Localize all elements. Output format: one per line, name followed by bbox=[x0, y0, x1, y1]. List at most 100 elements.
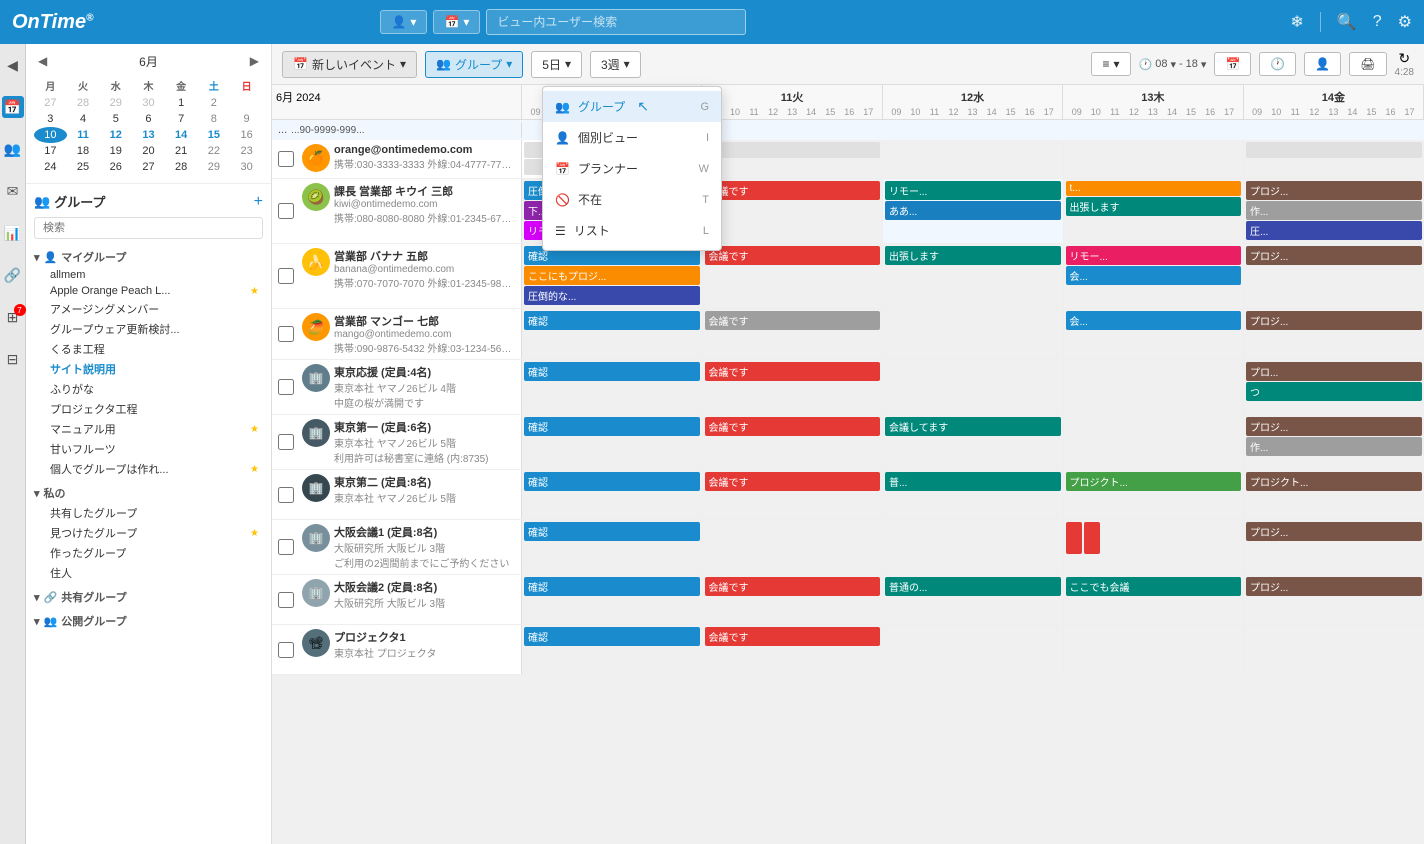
resource-checkbox[interactable] bbox=[278, 151, 294, 167]
day-cell[interactable]: プロ... つ bbox=[1244, 360, 1424, 414]
print-btn[interactable]: 🖨 bbox=[1349, 52, 1386, 76]
event[interactable]: プロジクト... bbox=[1066, 472, 1242, 491]
cal-day[interactable]: 27 bbox=[34, 95, 67, 111]
event[interactable]: 普通の... bbox=[885, 577, 1061, 596]
event[interactable]: プロジクト... bbox=[1246, 472, 1422, 491]
event-block[interactable] bbox=[1084, 522, 1100, 554]
add-group-btn[interactable]: + bbox=[254, 193, 263, 211]
group-view-btn[interactable]: 👥 グループ ▾ bbox=[425, 51, 523, 78]
event[interactable]: リモー... bbox=[1066, 246, 1242, 265]
share-sidebar-icon[interactable]: 🔗 bbox=[2, 264, 24, 286]
day-cell[interactable]: 確認 bbox=[522, 520, 703, 574]
mail-sidebar-icon[interactable]: ✉ bbox=[2, 180, 24, 202]
event[interactable]: 確認 bbox=[524, 522, 700, 541]
cal-day-today[interactable]: 10 bbox=[34, 127, 67, 143]
event[interactable]: 会議です bbox=[705, 627, 881, 646]
cal-day[interactable]: 16 bbox=[230, 127, 263, 143]
event[interactable]: リモー... bbox=[885, 181, 1061, 200]
day-cell[interactable]: プロジ... bbox=[1244, 520, 1424, 574]
event[interactable]: 普... bbox=[885, 472, 1061, 491]
group-item[interactable]: 住人 bbox=[34, 563, 263, 583]
cal-day[interactable]: 19 bbox=[99, 143, 132, 159]
group-item[interactable]: allmem bbox=[34, 267, 263, 283]
dropdown-item-list[interactable]: ☰ リスト L bbox=[543, 215, 721, 246]
event[interactable]: 会議です bbox=[705, 181, 881, 200]
group-item[interactable]: 共有したグループ bbox=[34, 503, 263, 523]
event[interactable]: 確認 bbox=[524, 472, 700, 491]
cal-day[interactable]: 29 bbox=[198, 159, 231, 175]
snowflake-icon[interactable]: ❄ bbox=[1290, 12, 1303, 32]
event[interactable]: 確認 bbox=[524, 362, 700, 381]
cal-day[interactable]: 2 bbox=[198, 95, 231, 111]
resource-checkbox[interactable] bbox=[278, 203, 294, 219]
cal-day[interactable]: 30 bbox=[132, 95, 165, 111]
day-cell[interactable] bbox=[1244, 140, 1424, 178]
day-cell[interactable] bbox=[1064, 360, 1245, 414]
cal-day[interactable]: 25 bbox=[67, 159, 100, 175]
event[interactable]: 会... bbox=[1066, 311, 1242, 330]
event[interactable]: 会議です bbox=[705, 417, 881, 436]
day-cell[interactable]: プロジ... bbox=[1244, 309, 1424, 359]
cal-day[interactable]: 22 bbox=[198, 143, 231, 159]
refresh-icon[interactable]: ↻ bbox=[1398, 50, 1410, 67]
resource-checkbox[interactable] bbox=[278, 592, 294, 608]
day-cell[interactable]: 会議です bbox=[703, 415, 884, 469]
day-cell[interactable] bbox=[1244, 625, 1424, 674]
event[interactable]: プロジ... bbox=[1246, 577, 1422, 596]
event[interactable]: 会... bbox=[1066, 266, 1242, 285]
day-cell[interactable]: 普... bbox=[883, 470, 1064, 519]
resource-checkbox[interactable] bbox=[278, 434, 294, 450]
group-item[interactable]: 甘いフルーツ bbox=[34, 439, 263, 459]
day-cell[interactable]: 会... bbox=[1064, 309, 1245, 359]
day-cell[interactable]: 確認 bbox=[522, 415, 703, 469]
day-cell[interactable]: 会議です bbox=[703, 625, 884, 674]
resource-checkbox[interactable] bbox=[278, 326, 294, 342]
collapse-sidebar-btn[interactable]: ◀ bbox=[2, 54, 24, 76]
apps-sidebar-icon[interactable]: ⊞ 7 bbox=[2, 306, 24, 328]
cal-day[interactable]: 30 bbox=[230, 159, 263, 175]
cal-day[interactable]: 28 bbox=[165, 159, 198, 175]
date-picker-btn[interactable]: 📅 bbox=[1214, 52, 1251, 76]
public-groups-header[interactable]: ▾ 👥 公開グループ bbox=[34, 611, 263, 631]
group-item[interactable]: マニュアル用 ★ bbox=[34, 419, 263, 439]
grid-sidebar-icon[interactable]: ⊟ bbox=[2, 348, 24, 370]
event[interactable]: 確認 bbox=[524, 577, 700, 596]
cal-day[interactable]: 6 bbox=[132, 111, 165, 127]
day-cell[interactable]: 確認 bbox=[522, 360, 703, 414]
cal-day[interactable]: 5 bbox=[99, 111, 132, 127]
day-cell[interactable]: プロジ... 作... 圧... bbox=[1244, 179, 1424, 243]
cal-next-btn[interactable]: ▶ bbox=[246, 52, 263, 70]
search-input[interactable] bbox=[486, 9, 746, 35]
day-cell[interactable] bbox=[703, 520, 884, 574]
resource-checkbox[interactable] bbox=[278, 379, 294, 395]
group-item[interactable]: ふりがな bbox=[34, 379, 263, 399]
cal-day[interactable]: 20 bbox=[132, 143, 165, 159]
event[interactable]: 出張します bbox=[1066, 197, 1242, 216]
event[interactable]: プロジ... bbox=[1246, 181, 1422, 200]
event[interactable]: 作... bbox=[1246, 201, 1422, 220]
day-cell[interactable]: t... 出張します bbox=[1064, 179, 1245, 243]
event[interactable]: ここにもプロジ... bbox=[524, 266, 700, 285]
event[interactable]: 会議です bbox=[705, 577, 881, 596]
event[interactable]: 会議してます bbox=[885, 417, 1061, 436]
cal-day[interactable]: 11 bbox=[67, 127, 100, 143]
cal-day[interactable]: 28 bbox=[67, 95, 100, 111]
resource-checkbox[interactable] bbox=[278, 268, 294, 284]
event[interactable]: 確認 bbox=[524, 627, 700, 646]
chart-sidebar-icon[interactable]: 📊 bbox=[2, 222, 24, 244]
day-cell[interactable] bbox=[1064, 625, 1245, 674]
day-cell[interactable] bbox=[883, 309, 1064, 359]
event[interactable]: 会議です bbox=[705, 311, 881, 330]
event[interactable]: プロジ... bbox=[1246, 246, 1422, 265]
event[interactable]: 圧... bbox=[1246, 221, 1422, 240]
day-cell[interactable]: リモー... 会... bbox=[1064, 244, 1245, 308]
cal-day[interactable]: 7 bbox=[165, 111, 198, 127]
event[interactable]: 会議です bbox=[705, 362, 881, 381]
group-item[interactable]: くるま工程 bbox=[34, 339, 263, 359]
cal-day[interactable]: 17 bbox=[34, 143, 67, 159]
group-item[interactable]: 見つけたグループ ★ bbox=[34, 523, 263, 543]
day-cell[interactable] bbox=[883, 140, 1064, 178]
day-cell[interactable]: ここでも会議 bbox=[1064, 575, 1245, 624]
day-cell[interactable]: 会議です bbox=[703, 470, 884, 519]
cal-day[interactable]: 21 bbox=[165, 143, 198, 159]
